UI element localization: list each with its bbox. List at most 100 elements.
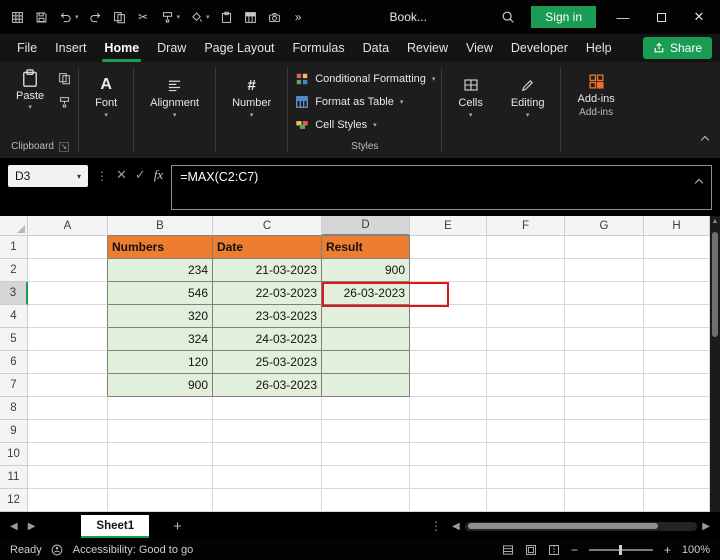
cell-styles-button[interactable]: Cell Styles▾ [294, 114, 435, 136]
cell-E7[interactable] [410, 374, 487, 397]
menu-tab-file[interactable]: File [8, 34, 46, 62]
cell-F10[interactable] [487, 443, 565, 466]
horizontal-scrollbar[interactable]: ◀ ▶ [452, 521, 710, 532]
cell-G12[interactable] [565, 489, 644, 512]
cell-B10[interactable] [108, 443, 213, 466]
vertical-scrollbar[interactable]: ▲ [710, 216, 720, 512]
cell-A3[interactable] [28, 282, 108, 305]
cell-H8[interactable] [644, 397, 710, 420]
cell-C3[interactable]: 22-03-2023 [213, 282, 322, 305]
cell-A12[interactable] [28, 489, 108, 512]
menu-tab-formulas[interactable]: Formulas [284, 34, 354, 62]
vertical-scrollbar-thumb[interactable] [712, 232, 718, 337]
cell-E9[interactable] [410, 420, 487, 443]
cell-F11[interactable] [487, 466, 565, 489]
menu-tab-review[interactable]: Review [398, 34, 457, 62]
cell-F4[interactable] [487, 305, 565, 328]
cell-F5[interactable] [487, 328, 565, 351]
addins-button[interactable]: Add-ins [567, 66, 624, 105]
column-header-D[interactable]: D [322, 216, 410, 236]
cell-B5[interactable]: 324 [108, 328, 213, 351]
menu-tab-view[interactable]: View [457, 34, 502, 62]
maximize-button[interactable] [650, 13, 672, 22]
cell-D2[interactable]: 900 [322, 259, 410, 282]
zoom-slider-thumb[interactable] [619, 545, 622, 555]
row-header-1[interactable]: 1 [0, 236, 28, 259]
zoom-slider[interactable] [589, 549, 653, 551]
cell-E2[interactable] [410, 259, 487, 282]
formula-bar-expand-icon[interactable] [696, 175, 702, 189]
format-as-table-button[interactable]: Format as Table▾ [294, 91, 435, 113]
cell-E4[interactable] [410, 305, 487, 328]
select-all-button[interactable] [0, 216, 28, 236]
zoom-level[interactable]: 100% [682, 544, 710, 556]
column-header-B[interactable]: B [108, 216, 213, 236]
menu-tab-page-layout[interactable]: Page Layout [195, 34, 283, 62]
number-group-button[interactable]: # Number ▾ [222, 66, 281, 119]
hscroll-right-icon[interactable]: ▶ [702, 521, 710, 532]
cell-D12[interactable] [322, 489, 410, 512]
row-header-11[interactable]: 11 [0, 466, 28, 489]
cell-C1[interactable]: Date [213, 236, 322, 259]
cell-C12[interactable] [213, 489, 322, 512]
cell-H7[interactable] [644, 374, 710, 397]
column-header-F[interactable]: F [487, 216, 565, 236]
cancel-icon[interactable]: ✕ [116, 165, 127, 183]
cell-F8[interactable] [487, 397, 565, 420]
more-button[interactable]: » [291, 10, 306, 25]
cell-D11[interactable] [322, 466, 410, 489]
column-header-H[interactable]: H [644, 216, 710, 236]
row-header-4[interactable]: 4 [0, 305, 28, 328]
cell-G6[interactable] [565, 351, 644, 374]
cell-E10[interactable] [410, 443, 487, 466]
cell-A9[interactable] [28, 420, 108, 443]
cell-F9[interactable] [487, 420, 565, 443]
cells-group-button[interactable]: Cells ▾ [448, 66, 492, 119]
sheet-tab-sheet1[interactable]: Sheet1 [81, 515, 149, 538]
cell-A2[interactable] [28, 259, 108, 282]
conditional-formatting-button[interactable]: Conditional Formatting▾ [294, 68, 435, 90]
menu-tab-developer[interactable]: Developer [502, 34, 577, 62]
cell-E11[interactable] [410, 466, 487, 489]
sheet-more-icon[interactable]: ⋮ [430, 519, 442, 533]
close-button[interactable]: ✕ [688, 9, 710, 25]
cell-H4[interactable] [644, 305, 710, 328]
cell-H2[interactable] [644, 259, 710, 282]
save-button[interactable] [34, 10, 49, 25]
cut-button[interactable]: ✂ [136, 10, 151, 25]
cell-E1[interactable] [410, 236, 487, 259]
cell-G10[interactable] [565, 443, 644, 466]
zoom-in-button[interactable]: + [664, 543, 671, 557]
row-header-7[interactable]: 7 [0, 374, 28, 397]
cell-B3[interactable]: 546 [108, 282, 213, 305]
cell-C7[interactable]: 26-03-2023 [213, 374, 322, 397]
cell-G3[interactable] [565, 282, 644, 305]
cell-B7[interactable]: 900 [108, 374, 213, 397]
format-painter-button[interactable] [57, 95, 72, 110]
cell-D4[interactable] [322, 305, 410, 328]
cell-D6[interactable] [322, 351, 410, 374]
horizontal-scrollbar-thumb[interactable] [468, 523, 659, 529]
sheet-nav-right-icon[interactable]: ▶ [28, 521, 36, 532]
collapse-ribbon-icon[interactable] [702, 130, 708, 148]
insert-function-icon[interactable]: fx [154, 165, 163, 183]
cell-G9[interactable] [565, 420, 644, 443]
row-header-6[interactable]: 6 [0, 351, 28, 374]
font-group-button[interactable]: A Font ▾ [85, 66, 127, 119]
menu-tab-draw[interactable]: Draw [148, 34, 195, 62]
cell-H3[interactable] [644, 282, 710, 305]
cell-A4[interactable] [28, 305, 108, 328]
cell-C6[interactable]: 25-03-2023 [213, 351, 322, 374]
cell-E12[interactable] [410, 489, 487, 512]
cell-H12[interactable] [644, 489, 710, 512]
cell-B8[interactable] [108, 397, 213, 420]
cell-F1[interactable] [487, 236, 565, 259]
cell-D10[interactable] [322, 443, 410, 466]
column-header-C[interactable]: C [213, 216, 322, 236]
cell-D9[interactable] [322, 420, 410, 443]
page-layout-view-icon[interactable] [525, 544, 537, 556]
editing-group-button[interactable]: Editing ▾ [501, 66, 555, 119]
cell-C5[interactable]: 24-03-2023 [213, 328, 322, 351]
enter-icon[interactable]: ✓ [135, 165, 146, 183]
cell-B2[interactable]: 234 [108, 259, 213, 282]
